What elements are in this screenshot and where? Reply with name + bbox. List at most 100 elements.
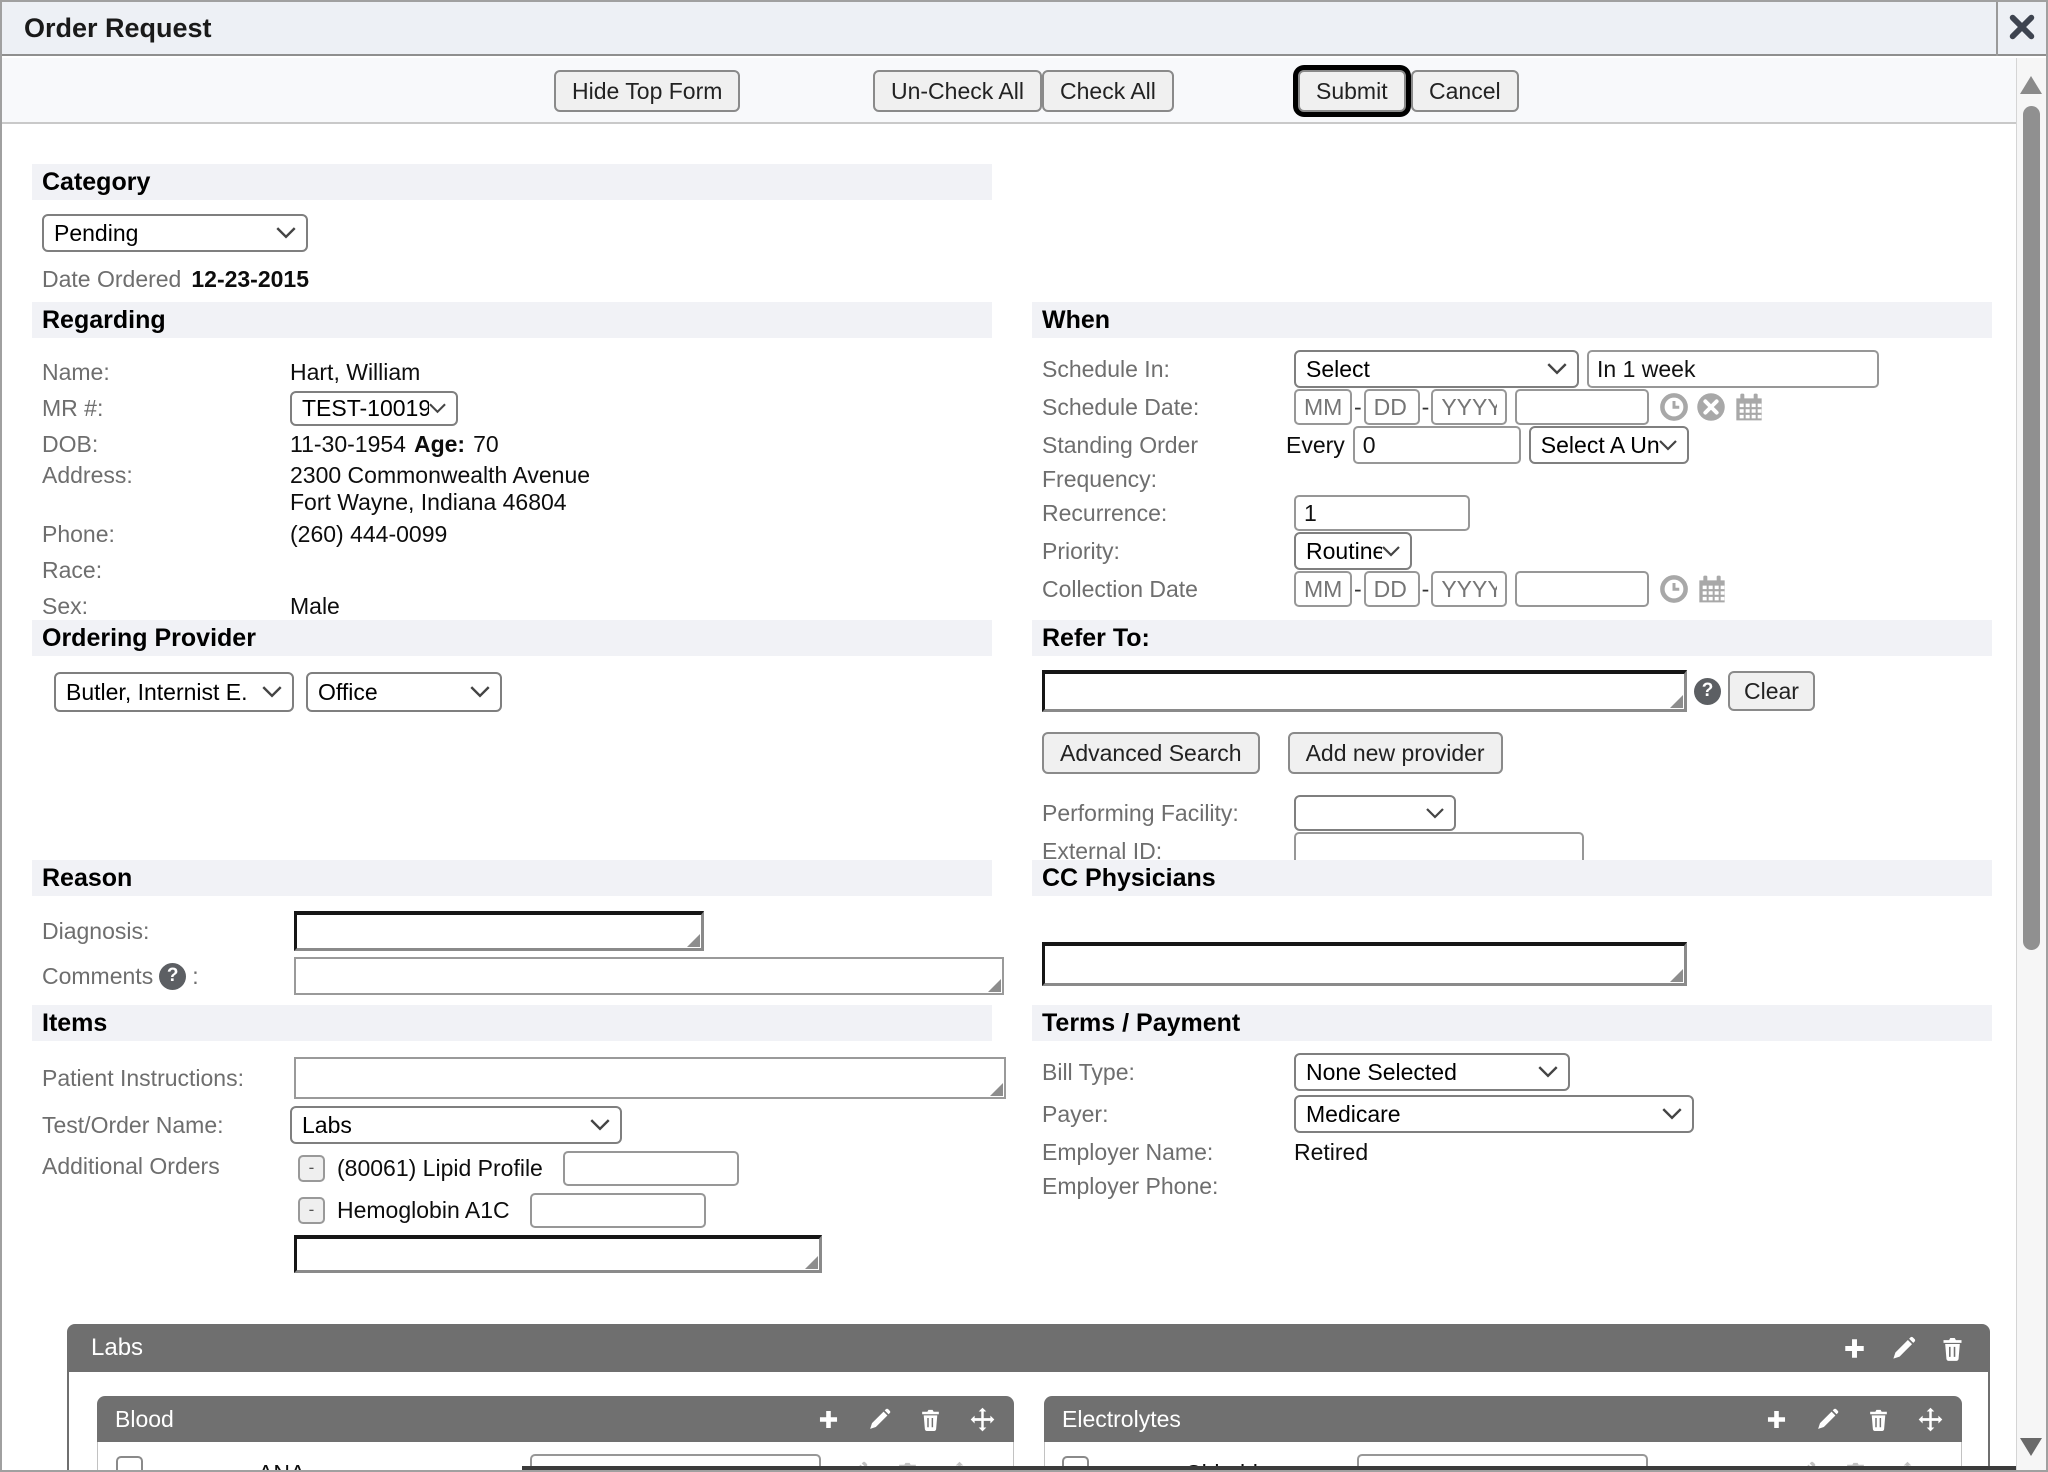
close-button[interactable]: [1996, 2, 2046, 56]
phone-label: Phone:: [42, 521, 290, 548]
schedule-date-clock-icon[interactable]: [1659, 392, 1689, 422]
priority-select[interactable]: Routine: [1294, 532, 1412, 570]
chevron-down-icon: [470, 686, 490, 698]
blood-group-header: Blood: [97, 1396, 1014, 1442]
name-label: Name:: [42, 359, 290, 386]
standing-order-every-input[interactable]: [1353, 426, 1521, 464]
submit-button[interactable]: Submit: [1298, 70, 1406, 112]
vertical-scrollbar[interactable]: [2016, 58, 2046, 1470]
order-item-input[interactable]: [563, 1151, 739, 1186]
remove-order-button[interactable]: -: [298, 1197, 325, 1224]
date-ordered-label: Date Ordered: [42, 266, 181, 293]
schedule-date-time-input[interactable]: [1515, 389, 1649, 425]
order-item-name: Hemoglobin A1C: [337, 1197, 510, 1224]
performing-facility-select[interactable]: [1294, 795, 1456, 831]
chevron-down-icon: [1426, 808, 1444, 819]
collection-date-yyyy-input[interactable]: [1431, 571, 1507, 607]
delete-trash-icon[interactable]: [1866, 1407, 1891, 1432]
chevron-down-icon: [276, 227, 296, 239]
edit-pencil-icon[interactable]: [1815, 1407, 1840, 1432]
advanced-search-button[interactable]: Advanced Search: [1042, 732, 1260, 774]
lab-test-checkbox[interactable]: [116, 1456, 143, 1472]
bill-type-select[interactable]: None Selected: [1294, 1053, 1570, 1091]
comments-help-icon[interactable]: ?: [159, 963, 186, 990]
diagnosis-label: Diagnosis:: [42, 918, 290, 945]
page-title: Order Request: [24, 13, 212, 44]
standing-order-unit-select[interactable]: Select A Unit: [1529, 426, 1689, 464]
refer-to-input[interactable]: [1042, 670, 1687, 712]
uncheck-all-button[interactable]: Un-Check All: [873, 70, 1042, 112]
standing-order-label: Standing Order: [1042, 432, 1294, 459]
labs-panel-title: Labs: [91, 1334, 1841, 1362]
terms-payment-header: Terms / Payment: [1032, 1005, 1992, 1041]
age-label: Age:: [414, 431, 465, 458]
add-icon[interactable]: [1841, 1335, 1868, 1362]
payer-select[interactable]: Medicare: [1294, 1095, 1694, 1133]
schedule-date-calendar-icon[interactable]: [1733, 391, 1765, 423]
labs-panel-body: Blood ANA: [67, 1372, 1990, 1472]
patient-instructions-input[interactable]: [294, 1057, 1006, 1099]
collection-date-mm-input[interactable]: [1294, 571, 1352, 607]
lab-test-name: ANA: [258, 1460, 305, 1472]
schedule-in-text-input[interactable]: [1587, 350, 1879, 388]
provider-location-select[interactable]: Office: [306, 672, 502, 712]
dob-value: 11-30-1954: [290, 431, 406, 458]
ordering-provider-select[interactable]: Butler, Internist E.: [54, 672, 294, 712]
address-line1: 2300 Commonwealth Avenue: [290, 462, 992, 489]
patient-name: Hart, William: [290, 359, 992, 386]
add-icon[interactable]: [816, 1407, 841, 1432]
edit-pencil-icon[interactable]: [1890, 1335, 1917, 1362]
collection-date-time-input[interactable]: [1515, 571, 1649, 607]
age-value: 70: [473, 431, 499, 458]
cc-physicians-input[interactable]: [1042, 942, 1687, 986]
ordering-provider-section: Ordering Provider Butler, Internist E. O…: [32, 620, 992, 712]
additional-orders-input[interactable]: [294, 1235, 822, 1273]
hide-top-form-button[interactable]: Hide Top Form: [554, 70, 740, 112]
items-header: Items: [32, 1005, 992, 1041]
schedule-date-dd-input[interactable]: [1364, 389, 1420, 425]
schedule-date-mm-input[interactable]: [1294, 389, 1352, 425]
cancel-button[interactable]: Cancel: [1411, 70, 1519, 112]
scroll-down-arrow-icon[interactable]: [2020, 1438, 2042, 1456]
frequency-label: Frequency:: [1042, 466, 1294, 493]
recurrence-input[interactable]: [1294, 495, 1470, 531]
comments-input[interactable]: [294, 957, 1004, 995]
remove-order-button[interactable]: -: [298, 1155, 325, 1182]
delete-trash-icon[interactable]: [918, 1407, 943, 1432]
category-select[interactable]: Pending: [42, 214, 308, 252]
check-all-button[interactable]: Check All: [1042, 70, 1174, 112]
delete-trash-icon[interactable]: [1939, 1335, 1966, 1362]
bill-type-label: Bill Type:: [1042, 1059, 1294, 1086]
mr-number-select[interactable]: TEST-10019: [290, 391, 458, 426]
labs-panel-header: Labs: [67, 1324, 1990, 1372]
schedule-date-clear-icon[interactable]: [1696, 392, 1726, 422]
phone-value: (260) 444-0099: [290, 521, 992, 548]
schedule-in-label: Schedule In:: [1042, 356, 1294, 383]
scroll-up-arrow-icon[interactable]: [2020, 76, 2042, 94]
move-icon[interactable]: [969, 1406, 996, 1433]
clear-button[interactable]: Clear: [1728, 671, 1815, 711]
test-order-name-select[interactable]: Labs: [290, 1106, 622, 1144]
schedule-date-yyyy-input[interactable]: [1431, 389, 1507, 425]
priority-label: Priority:: [1042, 538, 1294, 565]
order-item-input[interactable]: [530, 1193, 706, 1228]
when-section: When Schedule In: Select Schedule Date: …: [1032, 302, 1992, 608]
sex-value: Male: [290, 593, 992, 620]
collection-date-label: Collection Date: [1042, 576, 1294, 603]
close-icon: [2008, 13, 2036, 46]
move-icon[interactable]: [1917, 1406, 1944, 1433]
scrollbar-thumb[interactable]: [2023, 106, 2040, 950]
category-header: Category: [32, 164, 992, 200]
diagnosis-input[interactable]: [294, 911, 704, 951]
collection-date-calendar-icon[interactable]: [1696, 573, 1728, 605]
edit-pencil-icon[interactable]: [867, 1407, 892, 1432]
sex-label: Sex:: [42, 593, 290, 620]
collection-date-clock-icon[interactable]: [1659, 574, 1689, 604]
add-new-provider-button[interactable]: Add new provider: [1288, 732, 1503, 774]
category-section: Category Pending Date Ordered 12-23-2015: [32, 164, 992, 293]
electrolytes-group: Electrolytes Chloride: [1044, 1396, 1962, 1472]
refer-to-help-icon[interactable]: ?: [1694, 678, 1721, 705]
collection-date-dd-input[interactable]: [1364, 571, 1420, 607]
add-icon[interactable]: [1764, 1407, 1789, 1432]
schedule-in-select[interactable]: Select: [1294, 350, 1579, 388]
